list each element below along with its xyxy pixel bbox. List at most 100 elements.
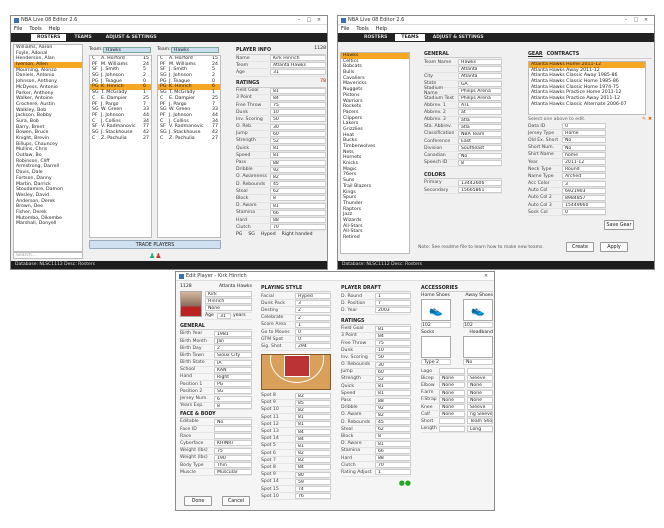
field-value[interactable]: 190: [214, 454, 252, 461]
field-value[interactable]: Southeast: [458, 145, 502, 152]
field-value[interactable]: Jan: [214, 338, 252, 345]
field-value[interactable]: 7: [375, 300, 411, 307]
field-value[interactable]: 84: [295, 464, 331, 471]
field-value[interactable]: 84: [270, 94, 326, 101]
field-value[interactable]: 80: [295, 471, 331, 478]
menu-tools[interactable]: Tools: [29, 26, 41, 32]
field-value[interactable]: 52: [270, 137, 326, 144]
field-value[interactable]: Hawks: [458, 59, 502, 66]
field-value[interactable]: Thin: [214, 462, 252, 469]
field-value[interactable]: [214, 426, 252, 433]
gear-list[interactable]: Atlanta Hawks Home 2011-12 Atlanta Hawks …: [528, 61, 646, 115]
field-value[interactable]: NBA Team: [458, 130, 502, 137]
home-shoe-select[interactable]: 102: [421, 322, 451, 328]
menu-file[interactable]: File: [14, 26, 22, 32]
field-value[interactable]: 62: [375, 426, 411, 433]
field-value[interactable]: 1: [375, 293, 411, 300]
save-gear-button[interactable]: Save Gear: [604, 220, 634, 230]
field-value[interactable]: 81: [270, 145, 326, 152]
field-value[interactable]: 66: [270, 209, 326, 216]
field-value[interactable]: 75: [270, 102, 326, 109]
field-value[interactable]: Atlanta Hawks: [270, 62, 326, 69]
accessory-away[interactable]: Sleeve: [467, 375, 493, 382]
field-value[interactable]: Arched: [562, 173, 606, 180]
away-shoe-select[interactable]: 102: [463, 322, 493, 328]
field-value[interactable]: [214, 433, 252, 440]
field-value[interactable]: 31: [270, 69, 326, 76]
field-value[interactable]: 30: [270, 123, 326, 130]
field-value[interactable]: 84: [295, 428, 331, 435]
field-value[interactable]: 2011-12: [562, 159, 606, 166]
field-value[interactable]: Atlanta: [458, 66, 502, 73]
accessory-away[interactable]: ng Sleeve: [467, 411, 493, 418]
field-value[interactable]: 81: [270, 87, 326, 94]
field-value[interactable]: 45: [270, 181, 326, 188]
field-value[interactable]: Sioux City: [214, 352, 252, 359]
field-value[interactable]: 0: [562, 123, 606, 130]
field-value[interactable]: ATL: [458, 102, 502, 109]
field-value[interactable]: 3: [295, 300, 331, 307]
roster-row[interactable]: C Z. Pachulia 27: [158, 136, 220, 142]
field-value[interactable]: 82: [295, 406, 331, 413]
field-value[interactable]: Round: [562, 166, 606, 173]
field-value[interactable]: 81: [375, 440, 411, 447]
last-name-field[interactable]: Hinrich: [205, 298, 252, 305]
field-value[interactable]: 82: [295, 450, 331, 457]
field-value[interactable]: Philips Arena: [458, 95, 502, 102]
edit-icon[interactable]: ✎: [642, 117, 646, 122]
field-value[interactable]: No: [458, 152, 502, 159]
headband-select[interactable]: No: [463, 359, 493, 365]
age-field[interactable]: 31: [217, 312, 231, 319]
field-value[interactable]: at: [458, 109, 502, 116]
accessory-away[interactable]: Sleeve: [467, 404, 493, 411]
field-value[interactable]: Muscular: [214, 469, 252, 476]
field-value[interactable]: 84: [295, 435, 331, 442]
field-value[interactable]: 8: [458, 159, 502, 166]
field-value[interactable]: IA: [214, 359, 252, 366]
accessory-away[interactable]: None: [467, 396, 493, 403]
accessory-away[interactable]: None: [467, 382, 493, 389]
field-value[interactable]: 8984857: [562, 194, 606, 201]
close-icon[interactable]: ×: [641, 17, 651, 23]
field-value[interactable]: Home: [562, 130, 606, 137]
field-value[interactable]: 0: [295, 336, 331, 343]
maximize-icon[interactable]: □: [631, 17, 641, 23]
field-value[interactable]: 82: [375, 411, 411, 418]
accessory-away[interactable]: Team Short: [467, 418, 493, 425]
accessory-home[interactable]: [439, 425, 465, 432]
field-value[interactable]: 88: [270, 159, 326, 166]
field-value[interactable]: 59: [295, 478, 331, 485]
accessory-home[interactable]: None: [439, 382, 465, 389]
first-name-field[interactable]: Kirk: [205, 291, 252, 298]
tab-rosters[interactable]: ROSTERS: [358, 34, 393, 41]
cancel-button[interactable]: Cancel: [222, 496, 250, 506]
field-value[interactable]: No: [562, 144, 606, 151]
field-value[interactable]: 81: [375, 390, 411, 397]
delete-icon[interactable]: ✖: [648, 117, 652, 122]
field-value[interactable]: home: [562, 151, 606, 158]
accessory-home[interactable]: None: [439, 389, 465, 396]
accessory-home[interactable]: [439, 368, 465, 375]
shot-chart-court[interactable]: [261, 353, 331, 390]
minimize-icon[interactable]: –: [621, 17, 631, 23]
field-value[interactable]: 1981: [214, 330, 252, 337]
field-value[interactable]: 70: [270, 224, 326, 231]
field-value[interactable]: 10: [375, 347, 411, 354]
field-value[interactable]: 15665861: [458, 187, 502, 194]
trade-players-button[interactable]: TRADE PLAYERS: [89, 240, 221, 249]
field-value[interactable]: No: [214, 418, 252, 425]
roster-row[interactable]: C Z. Pachulia 27: [90, 136, 151, 142]
field-value[interactable]: KAN: [214, 366, 252, 373]
menu-help[interactable]: Help: [376, 26, 387, 32]
field-value[interactable]: 81: [295, 421, 331, 428]
field-value[interactable]: 92: [375, 404, 411, 411]
field-value[interactable]: 70: [375, 462, 411, 469]
field-value[interactable]: 6921903: [562, 187, 606, 194]
tab-adjust-settings[interactable]: ADJUST & SETTINGS: [100, 34, 163, 41]
field-value[interactable]: East: [458, 138, 502, 145]
field-value[interactable]: 62: [270, 188, 326, 195]
field-value[interactable]: 3: [562, 180, 606, 187]
field-value[interactable]: Kirk Hinrich: [270, 55, 326, 62]
field-value[interactable]: Right: [214, 373, 252, 380]
field-value[interactable]: 13442606: [458, 179, 502, 186]
